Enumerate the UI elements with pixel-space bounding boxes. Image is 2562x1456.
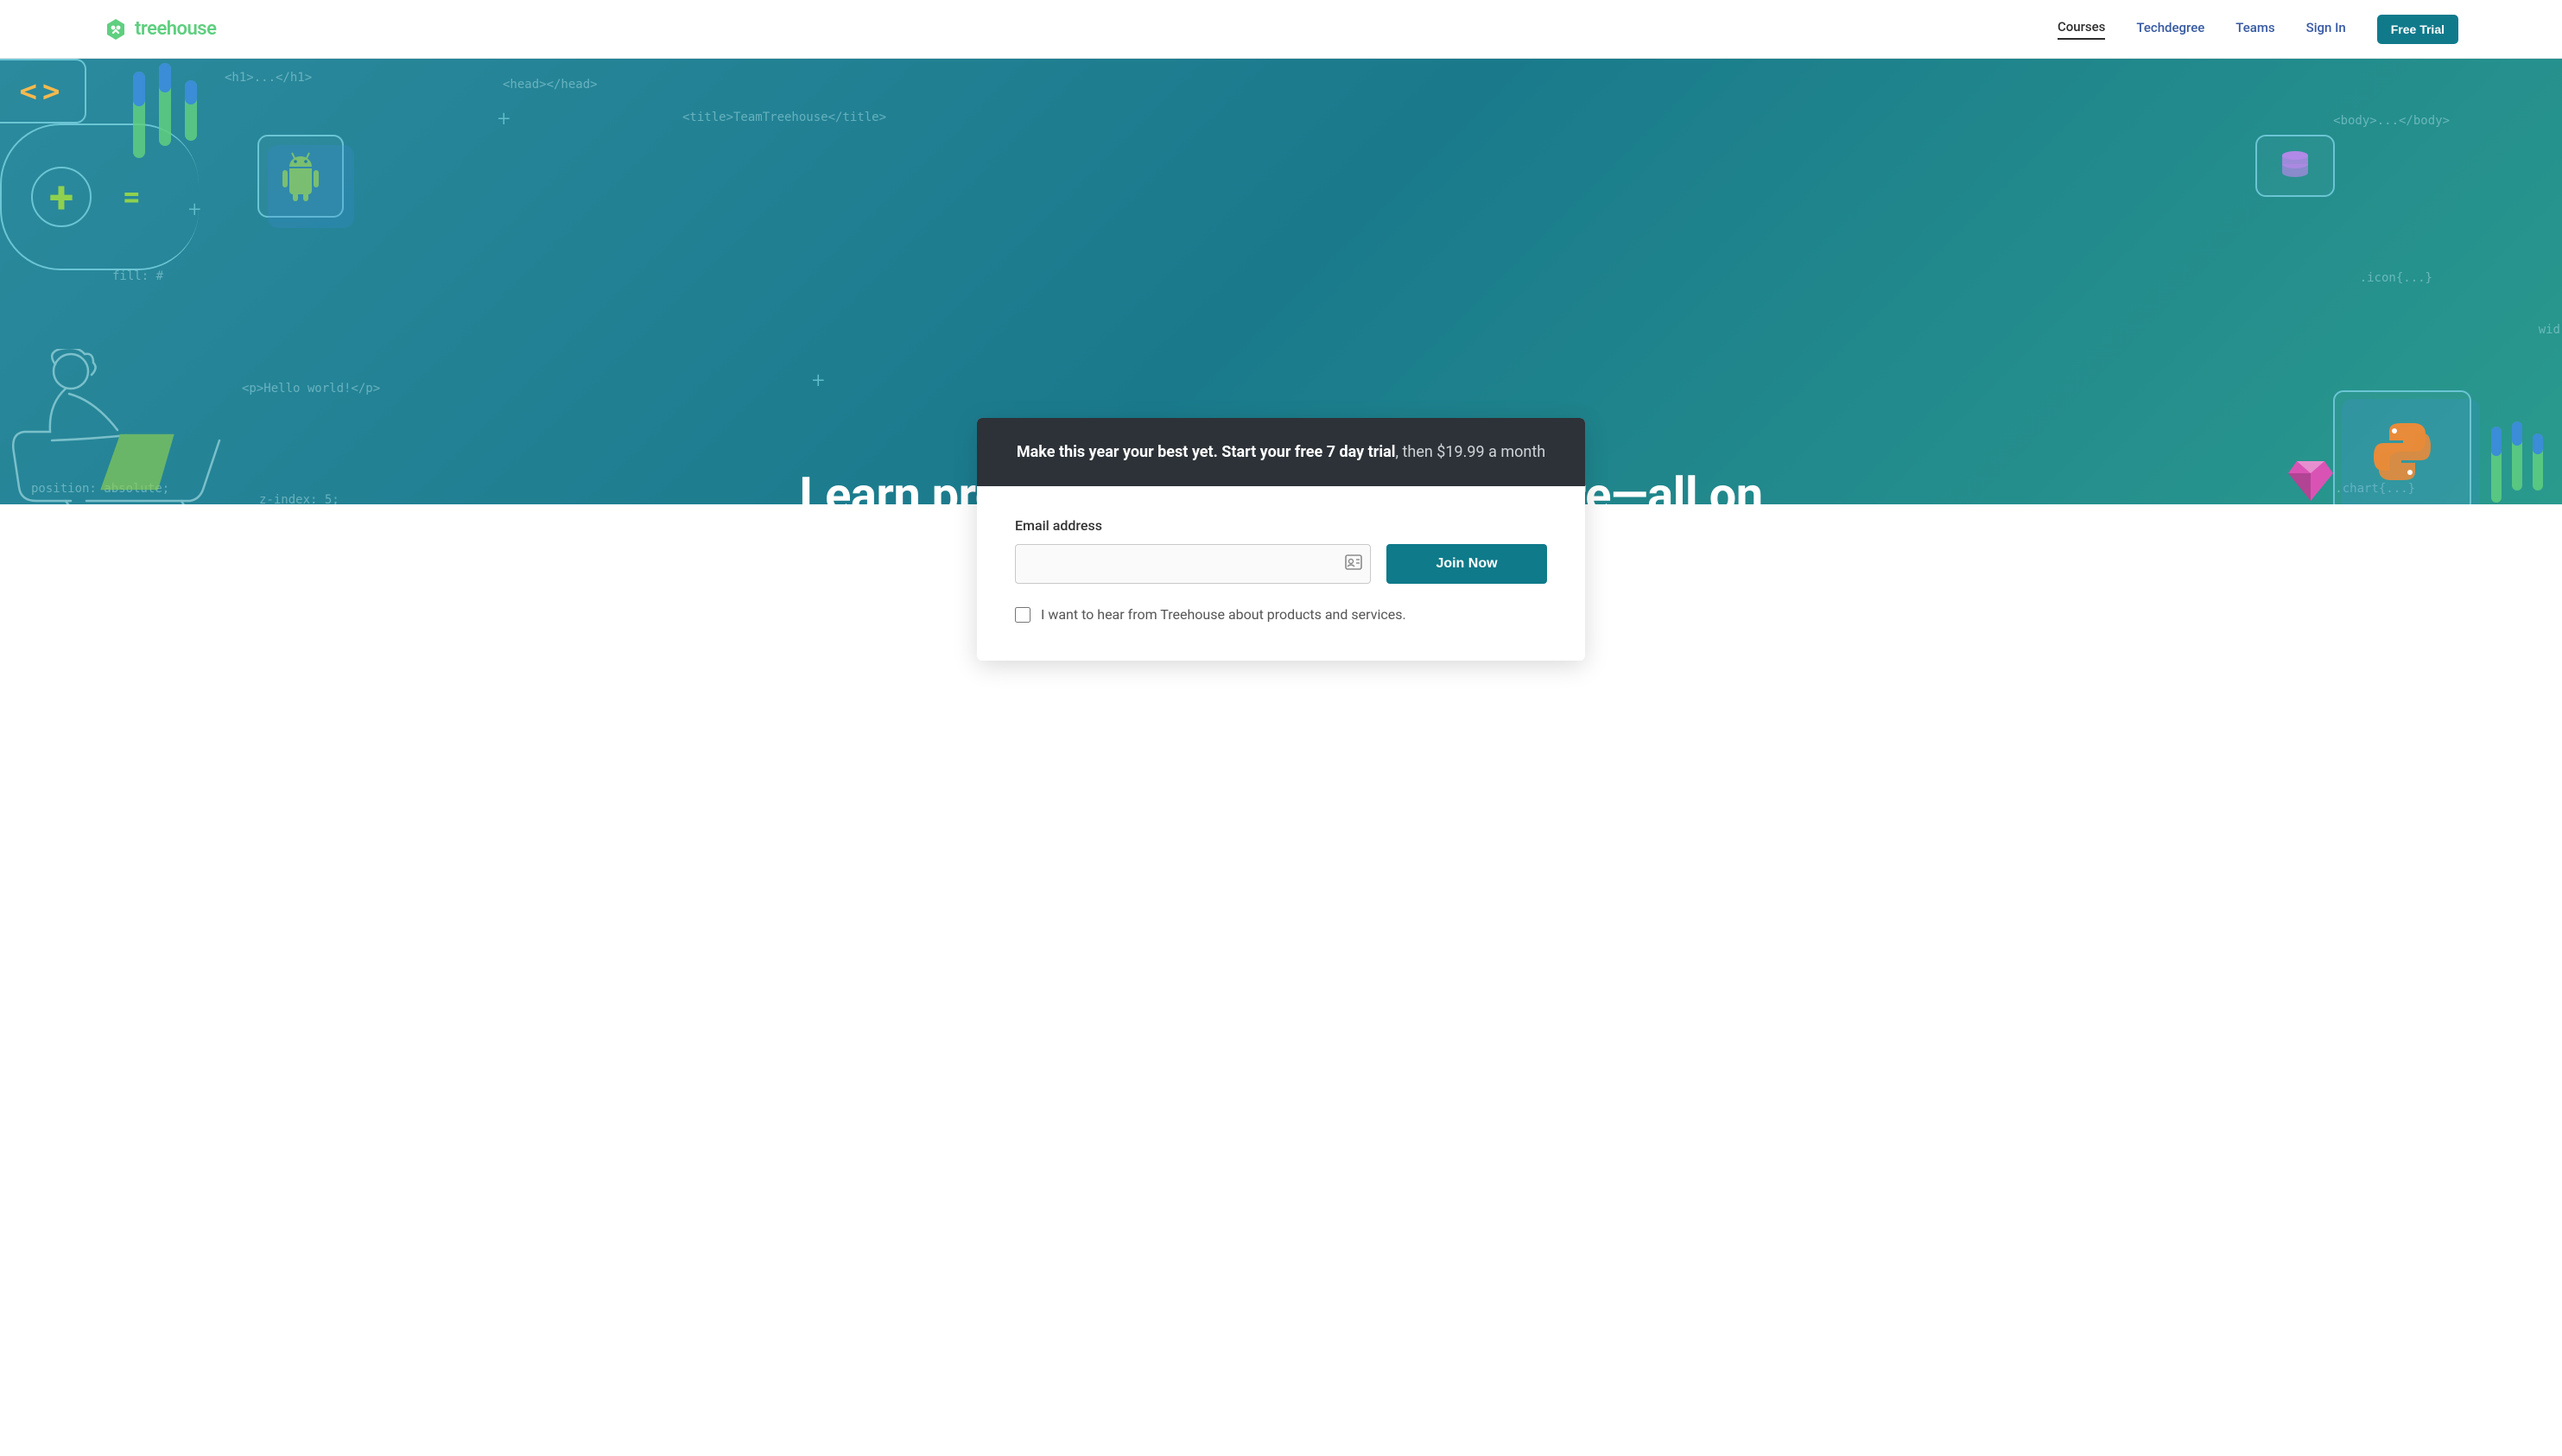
signup-banner-strong: Make this year your best yet. Start your…	[1017, 443, 1396, 461]
site-header: treehouse Courses Techdegree Teams Sign …	[0, 0, 2562, 59]
code-brackets-box: <>	[0, 59, 86, 123]
code-brackets-icon: <>	[20, 74, 66, 109]
email-input[interactable]	[1015, 544, 1371, 584]
deco-plus-icon: +	[188, 197, 201, 223]
main-nav: Courses Techdegree Teams Sign In Free Tr…	[2058, 15, 2458, 44]
deco-head-tag: <head></head>	[503, 78, 598, 92]
logo[interactable]: treehouse	[104, 17, 216, 41]
email-label: Email address	[1015, 517, 1547, 534]
contact-card-icon	[1345, 554, 1362, 573]
controller-plus-icon: +	[31, 167, 92, 227]
controller-equals-icon: =	[123, 179, 141, 215]
nav-techdegree[interactable]: Techdegree	[2136, 20, 2204, 39]
signup-card: Make this year your best yet. Start your…	[977, 418, 1585, 661]
free-trial-button[interactable]: Free Trial	[2377, 15, 2458, 44]
signup-banner-rest: , then $19.99 a month	[1396, 443, 1546, 461]
nav-teams[interactable]: Teams	[2235, 20, 2274, 39]
signup-banner: Make this year your best yet. Start your…	[977, 418, 1585, 486]
join-now-button[interactable]: Join Now	[1386, 544, 1547, 584]
deco-bars-icon	[133, 63, 211, 170]
deco-h1-tag: <h1>...</h1>	[225, 71, 312, 85]
nav-sign-in[interactable]: Sign In	[2306, 20, 2346, 39]
database-box	[2255, 135, 2335, 197]
treehouse-logo-icon	[104, 17, 128, 41]
deco-title-tag: <title>TeamTreehouse</title>	[682, 111, 886, 124]
deco-body-tag: <body>...</body>	[2333, 114, 2450, 128]
marketing-opt-in-label: I want to hear from Treehouse about prod…	[1041, 606, 1406, 623]
nav-courses[interactable]: Courses	[2058, 19, 2105, 40]
logo-text: treehouse	[135, 18, 216, 40]
database-icon	[2278, 149, 2312, 183]
marketing-opt-in-checkbox[interactable]	[1015, 607, 1031, 623]
deco-plus-icon: +	[498, 106, 510, 132]
android-box-shadow	[268, 145, 354, 228]
